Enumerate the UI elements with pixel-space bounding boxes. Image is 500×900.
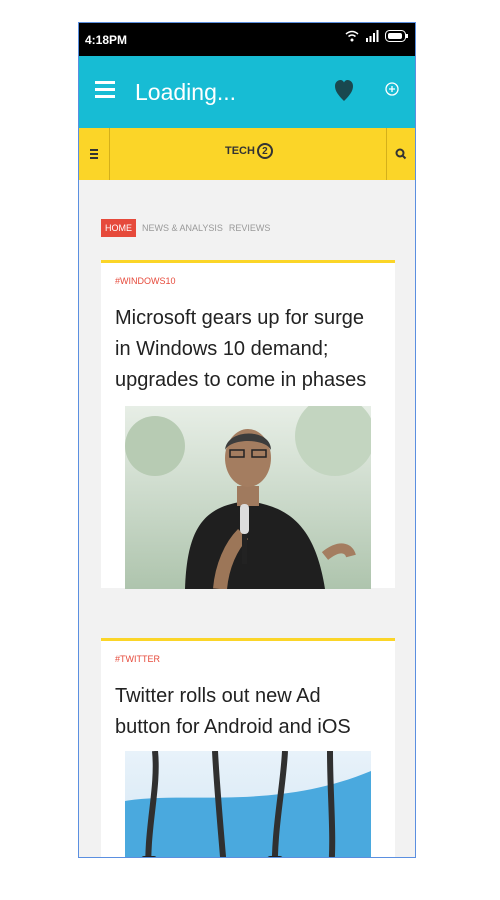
- site-menu-icon: [90, 149, 98, 159]
- battery-icon: [385, 30, 408, 42]
- article-headline[interactable]: Twitter rolls out new Ad button for Andr…: [115, 681, 381, 743]
- twitter-photo: [125, 751, 371, 857]
- site-menu-button[interactable]: [79, 128, 110, 180]
- article-image[interactable]: [125, 406, 371, 589]
- article-tag[interactable]: #WINDOWS10: [115, 276, 176, 286]
- search-icon: [395, 148, 407, 160]
- site-bar: TECH 2: [79, 128, 415, 180]
- status-icons: [345, 30, 409, 42]
- hamburger-menu-icon[interactable]: [95, 78, 117, 100]
- logo-number: 2: [256, 143, 273, 159]
- article-image[interactable]: [125, 751, 371, 857]
- tab-home[interactable]: HOME: [101, 219, 136, 237]
- phone-screen: 4:18PM Loading... TECH 2 HOME NEWS & ANA…: [78, 22, 416, 858]
- logo-text: TECH: [225, 145, 255, 157]
- tab-news-analysis[interactable]: NEWS & ANALYSIS: [142, 223, 223, 233]
- app-title: Loading...: [135, 79, 237, 105]
- search-button[interactable]: [386, 128, 415, 180]
- article-card[interactable]: #TWITTER Twitter rolls out new Ad button…: [101, 638, 395, 857]
- app-bar: Loading...: [79, 56, 415, 128]
- article-card[interactable]: #WINDOWS10 Microsoft gears up for surge …: [101, 260, 395, 589]
- section-tabs: HOME NEWS & ANALYSIS REVIEWS: [101, 219, 270, 237]
- speaker-photo: [125, 406, 371, 589]
- tab-reviews[interactable]: REVIEWS: [229, 223, 271, 233]
- article-tag[interactable]: #TWITTER: [115, 654, 160, 664]
- heart-icon[interactable]: [335, 80, 353, 102]
- add-circle-icon[interactable]: [385, 82, 399, 96]
- article-headline[interactable]: Microsoft gears up for surge in Windows …: [115, 303, 381, 396]
- site-logo[interactable]: TECH 2: [225, 143, 273, 159]
- status-time: 4:18PM: [85, 33, 128, 47]
- wifi-icon: [345, 30, 359, 42]
- signal-icon: [366, 30, 379, 42]
- status-bar: 4:18PM: [79, 23, 415, 56]
